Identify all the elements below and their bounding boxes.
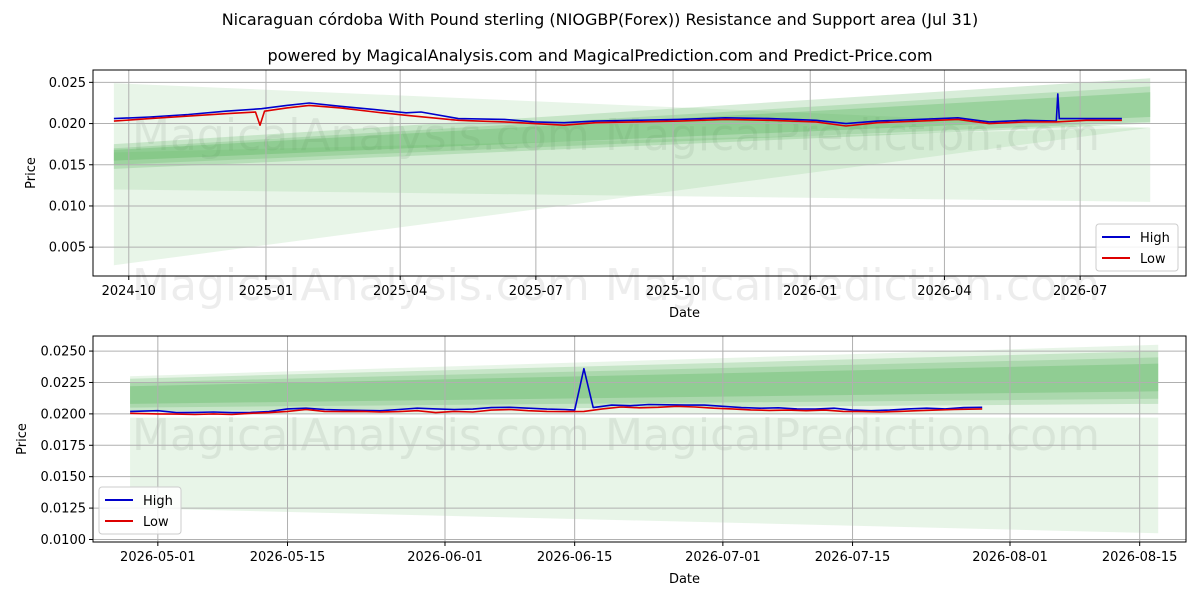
legend-label-low: Low <box>1140 252 1166 267</box>
x-tick-label: 2026-06-15 <box>537 550 613 565</box>
x-tick-label: 2026-08-15 <box>1102 550 1178 565</box>
support-resistance-bands <box>130 344 1159 534</box>
x-tick-label: 2026-01 <box>783 284 837 299</box>
y-axis-label: Price <box>24 157 39 189</box>
legend-label-high: High <box>143 494 173 509</box>
x-tick-label: 2025-10 <box>646 284 700 299</box>
x-tick-label: 2026-04 <box>917 284 971 299</box>
x-tick-label: 2026-06-01 <box>407 550 483 565</box>
y-tick-label: 0.020 <box>49 117 86 132</box>
legend-label-low: Low <box>143 515 169 530</box>
x-tick-label: 2024-10 <box>102 284 156 299</box>
y-tick-label: 0.0125 <box>41 502 87 517</box>
y-tick-label: 0.0250 <box>41 345 87 360</box>
support-resistance-bands <box>113 78 1151 266</box>
chart-panel-2: 2026-05-01 2026-05-15 2026-06-01 2026-06-15… <box>15 335 1187 587</box>
y-axis-label: Price <box>15 423 30 455</box>
legend: High Low <box>98 486 182 535</box>
y-tick-label: 0.0175 <box>41 439 87 454</box>
x-axis-label: Date <box>669 306 700 321</box>
x-tick-label: 2025-04 <box>373 284 427 299</box>
x-tick-label: 2026-05-01 <box>120 550 196 565</box>
x-tick-label: 2025-07 <box>509 284 563 299</box>
y-tick-label: 0.0100 <box>41 533 87 548</box>
x-axis-label: Date <box>669 572 700 587</box>
band-area <box>130 417 1159 534</box>
x-tick-label: 2026-05-15 <box>250 550 326 565</box>
y-tick-label: 0.0200 <box>41 407 87 422</box>
x-tick-label: 2026-07-15 <box>815 550 891 565</box>
x-tick-label: 2025-01 <box>239 284 293 299</box>
y-tick-label: 0.0150 <box>41 470 87 485</box>
y-tick-label: 0.025 <box>49 76 86 91</box>
x-tick-label: 2026-07 <box>1053 284 1107 299</box>
x-tick-label: 2026-08-01 <box>972 550 1048 565</box>
y-tick-label: 0.0225 <box>41 376 87 391</box>
legend: High Low <box>1095 223 1179 272</box>
y-tick-label: 0.005 <box>49 241 86 256</box>
y-tick-label: 0.015 <box>49 158 86 173</box>
legend-label-high: High <box>1140 231 1170 246</box>
y-tick-label: 0.010 <box>49 199 86 214</box>
chart-canvas: MagicalAnalysis.com MagicalPrediction.com… <box>15 69 1187 587</box>
x-tick-label: 2026-07-01 <box>685 550 761 565</box>
